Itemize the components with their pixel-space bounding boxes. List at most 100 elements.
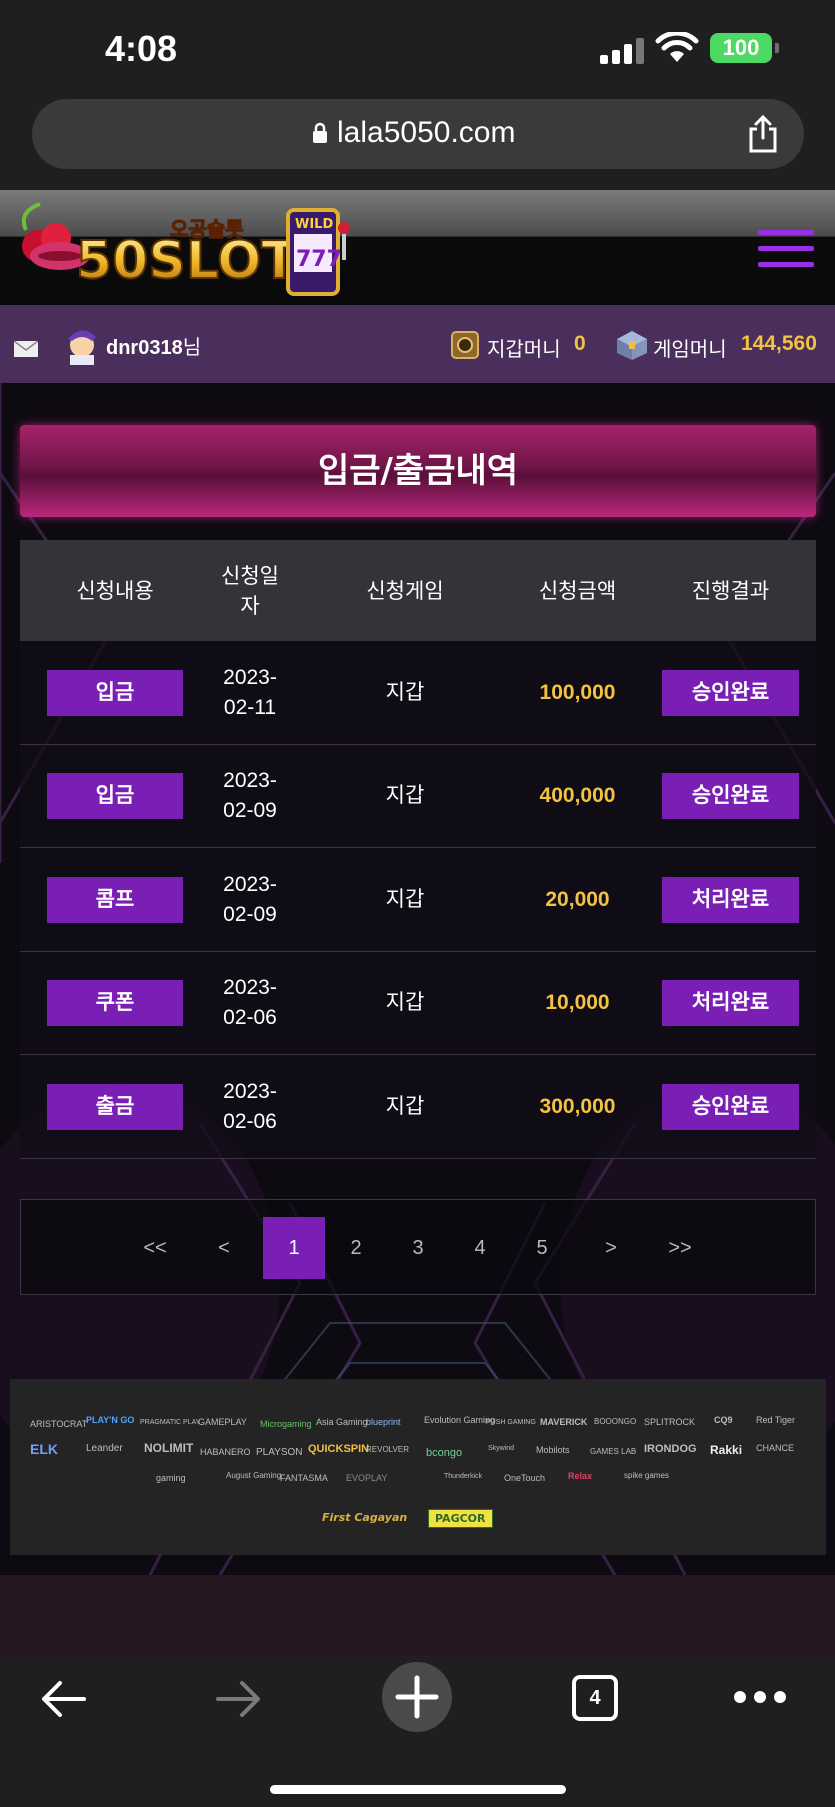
provider-logos: ARISTOCRAT PLAY'N GO PRAGMATIC PLAY GAME… xyxy=(10,1379,826,1555)
type-badge: 출금 xyxy=(47,1083,183,1130)
share-icon[interactable] xyxy=(746,114,780,154)
page-next-button[interactable]: > xyxy=(580,1217,642,1279)
table-row: 콤프 2023- 02-09 지갑 20,000 처리완료 xyxy=(20,848,816,952)
wallet-money-value: 0 xyxy=(574,332,586,355)
address-bar[interactable]: lala5050.com xyxy=(32,99,804,169)
request-amount: 10,000 xyxy=(545,991,610,1014)
first-cagayan-logo: First Cagayan xyxy=(322,1511,408,1524)
type-badge: 콤프 xyxy=(47,876,183,923)
request-game: 지갑 xyxy=(385,991,425,1014)
request-date: 2023- 02-06 xyxy=(223,1079,277,1133)
type-badge: 쿠폰 xyxy=(47,980,183,1026)
page-3-button[interactable]: 3 xyxy=(387,1217,449,1279)
header-date: 신청일자 xyxy=(221,563,279,618)
provider-logo: GAMEPLAY xyxy=(198,1417,247,1427)
provider-logo: Skywind xyxy=(488,1445,515,1452)
transaction-table: 신청내용 신청일자 신청게임 신청금액 진행결과 입금 2023- 02-11 지… xyxy=(20,540,816,1159)
page-2-button[interactable]: 2 xyxy=(325,1217,387,1279)
result-badge: 승인완료 xyxy=(662,1083,799,1130)
game-money-value: 144,560 xyxy=(741,332,817,355)
pagination: << < 1 2 3 4 5 > >> xyxy=(20,1199,816,1295)
back-arrow-icon[interactable] xyxy=(38,1677,88,1721)
provider-logo: spike games xyxy=(624,1471,669,1480)
table-header: 신청내용 신청일자 신청게임 신청금액 진행결과 xyxy=(20,540,816,641)
safe-icon xyxy=(451,331,479,359)
provider-logo: MAVERICK xyxy=(540,1417,588,1427)
page-first-button[interactable]: << xyxy=(124,1217,186,1279)
request-amount: 100,000 xyxy=(539,680,616,704)
request-date: 2023- 02-06 xyxy=(223,976,277,1029)
page-5-button[interactable]: 5 xyxy=(511,1217,573,1279)
menu-icon[interactable] xyxy=(758,230,814,268)
provider-logo: NOLIMIT xyxy=(144,1441,194,1455)
provider-logo: August Gaming xyxy=(226,1471,282,1480)
avatar xyxy=(68,330,96,365)
site-header: 50SLOT 오공슬롯 777 WILD xyxy=(0,190,835,305)
header-result: 진행결과 xyxy=(691,578,770,603)
provider-logo: ELK xyxy=(30,1441,58,1457)
new-tab-icon[interactable] xyxy=(382,1662,452,1732)
page-last-button[interactable]: >> xyxy=(649,1217,711,1279)
table-row: 입금 2023- 02-09 지갑 400,000 승인완료 xyxy=(20,744,816,848)
home-indicator[interactable] xyxy=(270,1785,566,1794)
tab-count-button[interactable]: 4 xyxy=(572,1675,618,1721)
header-amount: 신청금액 xyxy=(538,578,617,603)
request-amount: 20,000 xyxy=(545,887,610,911)
page-4-button[interactable]: 4 xyxy=(449,1217,511,1279)
page-prev-button[interactable]: < xyxy=(193,1217,255,1279)
header-type: 신청내용 xyxy=(76,578,154,603)
provider-logo: bcongo xyxy=(426,1447,463,1459)
result-badge: 처리완료 xyxy=(662,980,799,1026)
request-game: 지갑 xyxy=(385,887,425,911)
result-badge: 처리완료 xyxy=(662,876,799,923)
request-date: 2023- 02-09 xyxy=(223,872,277,926)
browser-address-area: lala5050.com xyxy=(0,95,835,190)
provider-logo: GAMES LAB xyxy=(590,1447,637,1456)
provider-logo: FANTASMA xyxy=(280,1473,328,1483)
type-badge: 입금 xyxy=(47,773,183,819)
main-content: 입금/출금내역 신청내용 신청일자 신청게임 신청금액 진행결과 입금 2023… xyxy=(0,383,835,1575)
wallet-money-label: 지갑머니 xyxy=(487,337,561,361)
provider-logo: Red Tiger xyxy=(756,1415,796,1425)
request-date: 2023- 02-09 xyxy=(223,769,277,822)
page-1-button[interactable]: 1 xyxy=(263,1217,325,1279)
user-info-bar: dnr0318님 지갑머니 0 게임머니 144,560 xyxy=(0,305,835,383)
cellular-signal-icon xyxy=(600,38,644,64)
treasure-chest-icon xyxy=(617,331,647,360)
provider-logo: CQ9 xyxy=(714,1415,733,1425)
provider-logo: Rakki xyxy=(710,1443,743,1457)
forward-arrow-icon[interactable] xyxy=(214,1677,264,1721)
provider-logo: blueprint xyxy=(366,1417,401,1427)
provider-logo: SPLITROCK xyxy=(644,1417,696,1427)
result-badge: 승인완료 xyxy=(662,669,799,716)
provider-logo: Thunderkick xyxy=(444,1473,483,1480)
table-row: 입금 2023- 02-11 지갑 100,000 승인완료 xyxy=(20,641,816,745)
status-bar: 4:08 100 xyxy=(0,0,835,95)
provider-logo: Evolution Gaming xyxy=(424,1415,496,1425)
game-money-label: 게임머니 xyxy=(653,337,727,361)
provider-logo: CHANCE xyxy=(756,1443,795,1453)
svg-text:오공슬롯: 오공슬롯 xyxy=(170,217,244,241)
provider-logo: HABANERO xyxy=(200,1447,251,1457)
provider-logo: Leander xyxy=(86,1443,123,1454)
request-amount: 300,000 xyxy=(539,1094,616,1118)
provider-logo: ARISTOCRAT xyxy=(30,1419,88,1429)
provider-logo: IRONDOG xyxy=(644,1443,697,1455)
table-row: 출금 2023- 02-06 지갑 300,000 승인완료 xyxy=(20,1055,816,1159)
mail-icon[interactable] xyxy=(14,341,38,357)
svg-text:WILD: WILD xyxy=(295,217,333,232)
provider-logo: Microgaming xyxy=(260,1419,312,1429)
request-date: 2023- 02-11 xyxy=(223,665,277,719)
request-game: 지갑 xyxy=(385,1094,425,1118)
table-row: 쿠폰 2023- 02-06 지갑 10,000 처리완료 xyxy=(20,951,816,1055)
provider-logo: Mobilots xyxy=(536,1445,570,1455)
username: dnr0318님 xyxy=(106,337,202,359)
provider-logo: PRAGMATIC PLAY xyxy=(140,1419,201,1426)
site-logo[interactable]: 50SLOT 오공슬롯 777 WILD xyxy=(12,200,382,300)
provider-logo: QUICKSPIN xyxy=(308,1443,370,1455)
wifi-icon xyxy=(655,32,699,62)
provider-logo: OneTouch xyxy=(504,1473,546,1483)
status-time: 4:08 xyxy=(105,28,178,69)
provider-logo: Asia Gaming xyxy=(316,1417,368,1427)
more-options-icon[interactable] xyxy=(733,1690,787,1704)
